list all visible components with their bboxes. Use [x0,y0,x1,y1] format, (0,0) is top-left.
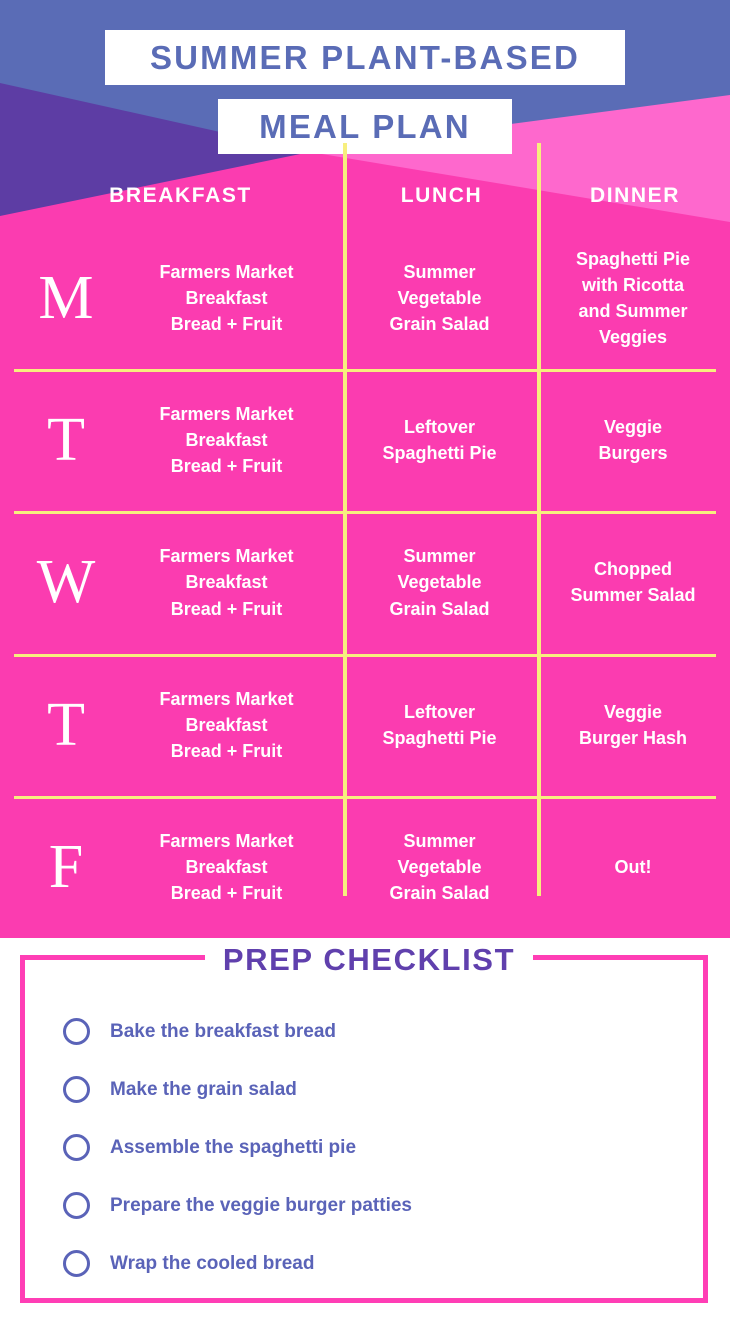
day-letter: F [48,832,84,901]
prep-checklist-title: PREP CHECKLIST [204,943,534,975]
cell-dinner: Veggie Burgers [598,417,668,464]
list-item[interactable]: Wrap the cooled bread [63,1234,703,1292]
breakfast-meal-text: Farmers Market Breakfast Bread + Fruit [159,830,294,903]
column-header-dinner: DINNER [589,184,681,207]
breakfast-meal-text: Farmers Market Breakfast Bread + Fruit [159,688,294,761]
checklist-item-label: Prepare the veggie burger patties [110,1194,412,1216]
checkbox-icon[interactable] [63,1249,90,1277]
cell-breakfast: W Farmers Market Breakfast Bread + Fruit [0,511,343,653]
cell-lunch: Leftover Spaghetti Pie [382,701,497,748]
breakfast-meal-text: Farmers Market Breakfast Bread + Fruit [159,261,294,335]
page-title-line-2-text: MEAL PLAN [259,108,471,145]
cell-dinner: Spaghetti Pie with Ricotta and Summer Veggi… [575,248,691,348]
checklist-item-label: Assemble the spaghetti pie [110,1136,357,1158]
prep-checklist-items: Bake the breakfast bread Make the grain … [25,1002,703,1292]
page-title-line-1-text: SUMMER PLANT-BASED [149,39,581,76]
page-title-line-2: MEAL PLAN [218,99,512,154]
checkbox-icon[interactable] [63,1017,90,1045]
meal-table-header-row: BREAKFAST LUNCH DINNER [0,185,730,227]
cell-breakfast: F Farmers Market Breakfast Bread + Fruit [0,796,343,938]
prep-checklist-panel: PREP CHECKLIST Bake the breakfast bread … [20,943,708,1303]
table-row: F Farmers Market Breakfast Bread + Fruit S… [0,795,730,938]
column-header-lunch: LUNCH [400,184,483,207]
cell-lunch: Summer Vegetable Grain Salad [389,830,490,903]
list-item[interactable]: Bake the breakfast bread [63,1002,703,1060]
prep-checklist-title-wrap: PREP CHECKLIST [25,938,713,980]
day-letter: T [47,690,85,759]
list-item[interactable]: Assemble the spaghetti pie [63,1118,703,1176]
breakfast-meal-text: Farmers Market Breakfast Bread + Fruit [159,404,294,477]
cell-lunch: Leftover Spaghetti Pie [382,417,497,464]
meal-table-body: M Farmers Market Breakfast Bread + Fruit S… [0,227,730,938]
table-row: M Farmers Market Breakfast Bread + Fruit S… [0,227,730,369]
checkbox-icon[interactable] [63,1133,90,1161]
checklist-item-label: Bake the breakfast bread [110,1020,336,1042]
checkbox-icon[interactable] [63,1191,90,1219]
cell-lunch: Summer Vegetable Grain Salad [389,261,490,335]
checklist-item-label: Make the grain salad [110,1078,297,1100]
cell-dinner: Veggie Burger Hash [578,701,688,748]
column-header-breakfast: BREAKFAST [109,184,252,207]
cell-lunch: Summer Vegetable Grain Salad [389,546,490,619]
cell-breakfast: T Farmers Market Breakfast Bread + Fruit [0,369,343,511]
cell-dinner: Out! [614,856,652,877]
cell-dinner: Chopped Summer Salad [570,559,696,606]
day-letter: T [47,406,85,475]
list-item[interactable]: Prepare the veggie burger patties [63,1176,703,1234]
table-row: W Farmers Market Breakfast Bread + Fruit S… [0,511,730,653]
table-row: T Farmers Market Breakfast Bread + Fruit L… [0,369,730,511]
cell-breakfast: T Farmers Market Breakfast Bread + Fruit [0,654,343,796]
day-letter: M [38,264,94,333]
meal-plan-table: BREAKFAST LUNCH DINNER M Farmers Market B… [0,143,730,938]
checkbox-icon[interactable] [63,1075,90,1103]
day-letter: W [36,548,96,617]
page-title-line-1: SUMMER PLANT-BASED [105,30,625,85]
cell-breakfast: M Farmers Market Breakfast Bread + Fruit [0,227,343,369]
list-item[interactable]: Make the grain salad [63,1060,703,1118]
table-row: T Farmers Market Breakfast Bread + Fruit L… [0,653,730,796]
meal-plan-infographic: SUMMER PLANT-BASED MEAL PLAN BREAKFAST L… [0,0,730,1336]
checklist-item-label: Wrap the cooled bread [110,1252,315,1274]
breakfast-meal-text: Farmers Market Breakfast Bread + Fruit [159,546,294,619]
